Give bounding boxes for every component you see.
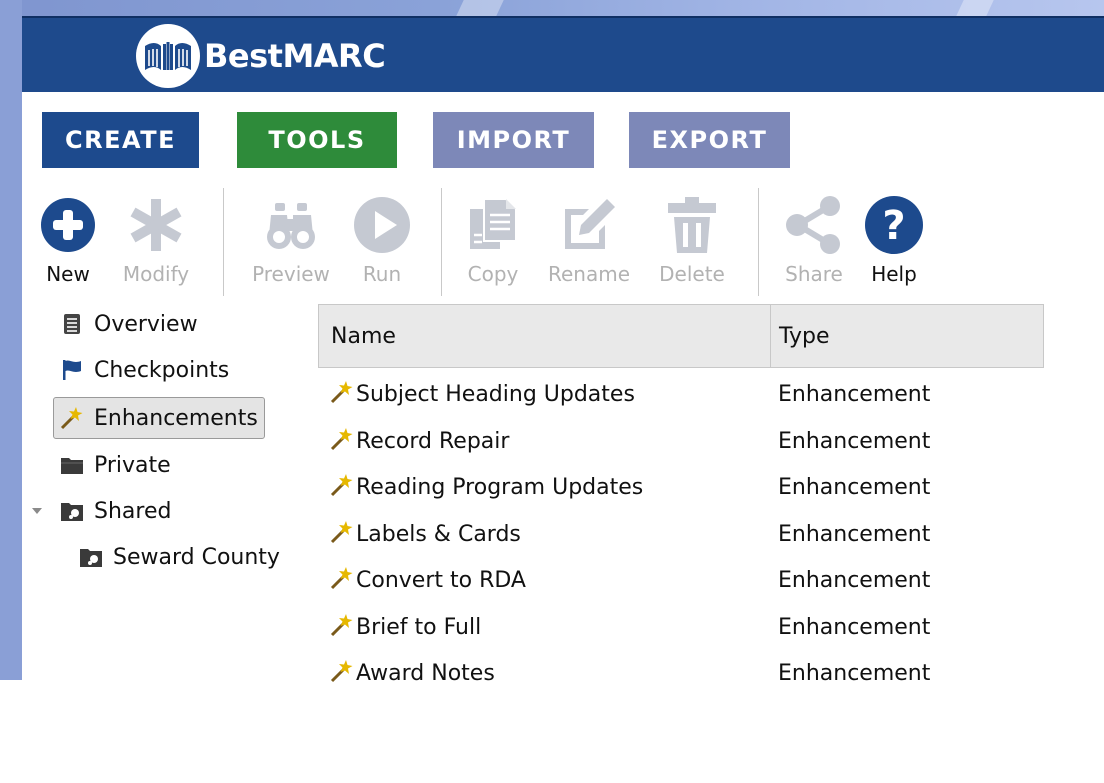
- magic-wand-icon: [318, 372, 354, 412]
- delete-button[interactable]: Delete: [652, 192, 732, 296]
- tab-import[interactable]: IMPORT: [433, 112, 594, 168]
- sidebar-item-enhancements[interactable]: Enhancements: [53, 397, 265, 439]
- row-name: Brief to Full: [356, 614, 482, 640]
- share-icon: [783, 194, 845, 256]
- plus-circle-icon: [37, 194, 99, 256]
- table-row[interactable]: Subject Heading Updates Enhancement: [318, 372, 1044, 416]
- shared-folder-icon: [60, 499, 84, 523]
- delete-label: Delete: [659, 262, 725, 286]
- table-row[interactable]: Record Repair Enhancement: [318, 419, 1044, 463]
- preview-label: Preview: [252, 262, 330, 286]
- sidebar-item-checkpoints[interactable]: Checkpoints: [60, 350, 229, 390]
- share-button[interactable]: Share: [776, 192, 852, 296]
- table-row[interactable]: Award Notes Enhancement: [318, 651, 1044, 695]
- help-button[interactable]: ? Help: [862, 192, 926, 296]
- brand-name: BestMARC: [204, 37, 386, 75]
- sidebar-item-private[interactable]: Private: [60, 445, 171, 485]
- brand-logo[interactable]: BestMARC: [136, 22, 386, 90]
- help-icon: ?: [863, 194, 925, 256]
- magic-wand-icon: [318, 419, 354, 459]
- magic-wand-icon: [318, 558, 354, 598]
- shared-folder-icon: [79, 545, 103, 569]
- preview-button[interactable]: Preview: [244, 192, 338, 296]
- chevron-down-icon[interactable]: [30, 504, 44, 518]
- flag-icon: [60, 358, 84, 382]
- tab-tools[interactable]: TOOLS: [237, 112, 397, 168]
- background-stripe: [456, 0, 504, 16]
- rename-label: Rename: [547, 262, 631, 286]
- magic-wand-icon: [318, 651, 354, 691]
- share-label: Share: [785, 262, 843, 286]
- sidebar-item-label: Seward County: [113, 544, 280, 570]
- sidebar-item-label: Overview: [94, 311, 198, 337]
- rename-button[interactable]: Rename: [538, 192, 640, 296]
- run-label: Run: [362, 262, 402, 286]
- row-type: Enhancement: [778, 567, 931, 593]
- table-row[interactable]: Reading Program Updates Enhancement: [318, 465, 1044, 509]
- row-name: Subject Heading Updates: [356, 381, 635, 407]
- sidebar-item-seward-county[interactable]: Seward County: [79, 537, 280, 577]
- row-name: Convert to RDA: [356, 567, 526, 593]
- background-band: [0, 0, 1104, 16]
- new-label: New: [46, 262, 90, 286]
- grid-header: Name Type: [318, 304, 1044, 368]
- run-button[interactable]: Run: [350, 192, 414, 296]
- new-button[interactable]: New: [36, 192, 100, 296]
- row-type: Enhancement: [778, 428, 931, 454]
- edit-icon: [558, 194, 620, 256]
- row-name: Record Repair: [356, 428, 510, 454]
- logo-emblem-icon: [136, 24, 200, 88]
- row-type: Enhancement: [778, 381, 931, 407]
- copy-icon: [462, 194, 524, 256]
- sidebar-item-label: Checkpoints: [94, 357, 230, 383]
- row-type: Enhancement: [778, 660, 931, 686]
- modify-label: Modify: [122, 262, 190, 286]
- tab-export[interactable]: EXPORT: [629, 112, 790, 168]
- toolbar-separator: [223, 188, 224, 296]
- document-icon: [60, 312, 84, 336]
- sidebar-item-label: Enhancements: [94, 405, 258, 431]
- sidebar-item-label: Shared: [94, 498, 172, 524]
- play-icon: [351, 194, 413, 256]
- column-header-type[interactable]: Type: [771, 305, 1043, 367]
- sidebar-item-label: Private: [94, 452, 171, 478]
- asterisk-icon: [125, 194, 187, 256]
- column-header-name[interactable]: Name: [319, 305, 771, 367]
- magic-wand-icon: [60, 406, 84, 430]
- binoculars-icon: [260, 194, 322, 256]
- toolbar-separator: [758, 188, 759, 296]
- row-type: Enhancement: [778, 521, 931, 547]
- sidebar-item-shared[interactable]: Shared: [60, 491, 171, 531]
- row-type: Enhancement: [778, 614, 931, 640]
- magic-wand-icon: [318, 512, 354, 552]
- table-row[interactable]: Convert to RDA Enhancement: [318, 558, 1044, 602]
- sidebar-item-overview[interactable]: Overview: [60, 304, 198, 344]
- table-row[interactable]: Labels & Cards Enhancement: [318, 512, 1044, 556]
- toolbar-separator: [441, 188, 442, 296]
- row-name: Labels & Cards: [356, 521, 521, 547]
- svg-text:?: ?: [882, 203, 905, 249]
- copy-label: Copy: [467, 262, 519, 286]
- table-row[interactable]: Brief to Full Enhancement: [318, 605, 1044, 649]
- trash-icon: [661, 194, 723, 256]
- tab-create[interactable]: CREATE: [42, 112, 199, 168]
- row-name: Reading Program Updates: [356, 474, 644, 500]
- background-side: [0, 0, 22, 680]
- row-type: Enhancement: [778, 474, 931, 500]
- copy-button[interactable]: Copy: [458, 192, 528, 296]
- help-label: Help: [871, 262, 917, 286]
- magic-wand-icon: [318, 465, 354, 505]
- magic-wand-icon: [318, 605, 354, 645]
- row-name: Award Notes: [356, 660, 495, 686]
- app-header: BestMARC: [22, 16, 1104, 92]
- folder-icon: [60, 453, 84, 477]
- modify-button[interactable]: Modify: [114, 192, 198, 296]
